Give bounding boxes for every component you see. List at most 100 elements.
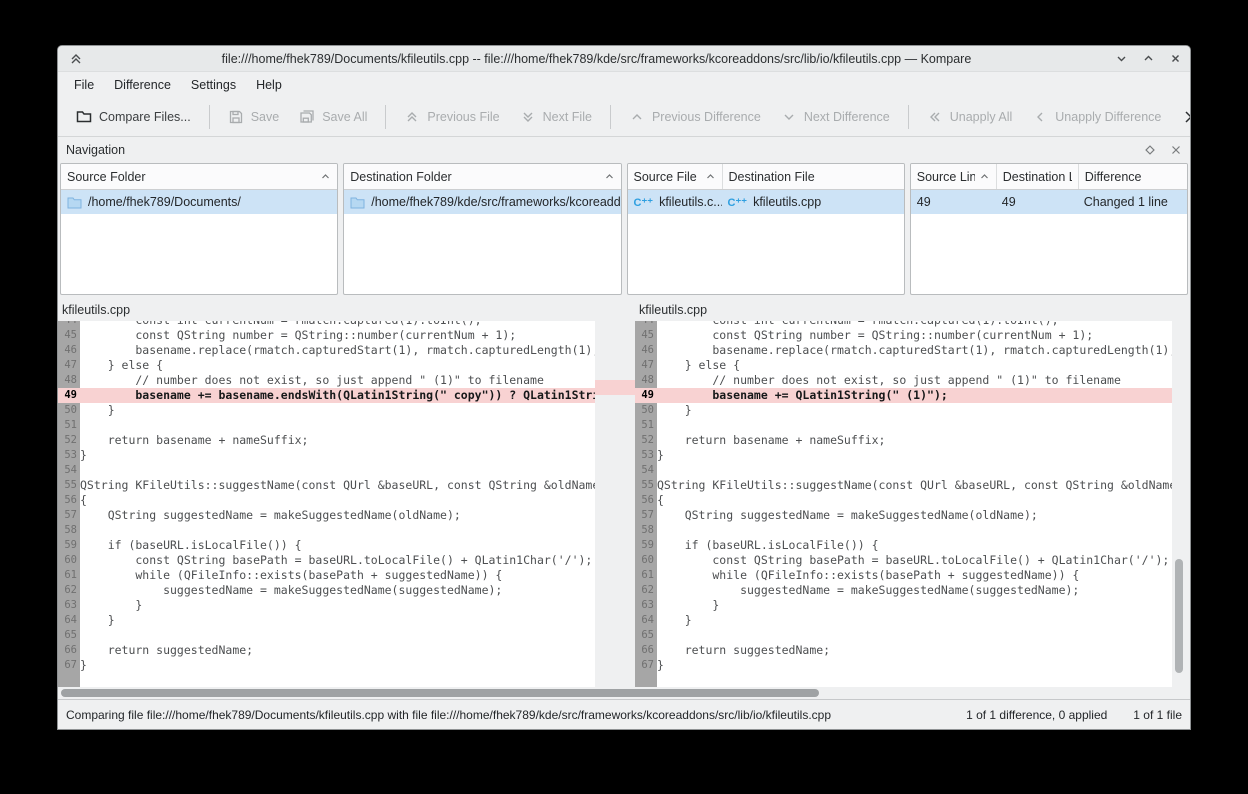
code-text: const QString number = QString::number(c…	[657, 328, 1172, 343]
code-line: 52 return basename + nameSuffix;	[58, 433, 595, 448]
code-line: 56 {	[58, 493, 595, 508]
destination-folder-row[interactable]: /home/fhek789/kde/src/frameworks/kcoread…	[344, 190, 620, 214]
line-number: 59	[635, 538, 657, 553]
destination-folder-header[interactable]: Destination Folder	[344, 164, 620, 189]
source-file-header[interactable]: Source File	[628, 164, 722, 189]
line-number: 63	[635, 598, 657, 613]
line-number: 54	[58, 463, 80, 478]
code-text: }	[657, 448, 1172, 463]
vertical-scrollbar-thumb[interactable]	[1175, 559, 1183, 673]
line-number: 67	[58, 658, 80, 673]
files-row[interactable]: C⁺⁺ kfileutils.c... C⁺⁺ kfileutils.cpp	[628, 190, 904, 214]
code-text: }	[80, 448, 595, 463]
code-line: 44 const int currentNum = rmatch.capture…	[635, 321, 1172, 328]
code-text	[657, 418, 1172, 433]
previous-difference-button[interactable]: Previous Difference	[621, 103, 769, 131]
next-file-button[interactable]: Next File	[512, 103, 600, 131]
code-line: 59 if (baseURL.isLocalFile()) {	[635, 538, 1172, 553]
code-line: 54	[635, 463, 1172, 478]
code-text: const int currentNum = rmatch.captured(1…	[80, 321, 595, 328]
menu-help[interactable]: Help	[246, 74, 292, 96]
code-line: 52 return basename + nameSuffix;	[635, 433, 1172, 448]
line-number: 58	[635, 523, 657, 538]
source-folder-list: Source Folder /home/fhek789/Documents/	[60, 163, 338, 295]
save-all-button[interactable]: Save All	[291, 103, 375, 131]
save-button[interactable]: Save	[220, 103, 288, 131]
code-line: 45 const QString number = QString::numbe…	[58, 328, 595, 343]
previous-file-button[interactable]: Previous File	[396, 103, 507, 131]
code-text: }	[657, 598, 1172, 613]
code-line: 64 }	[58, 613, 595, 628]
line-number: 59	[58, 538, 80, 553]
destination-pane: kfileutils.cpp 44 const int currentNum =…	[635, 299, 1172, 687]
menubar: File Difference Settings Help	[58, 72, 1190, 98]
source-line-header[interactable]: Source Line	[911, 164, 996, 189]
line-number: 51	[635, 418, 657, 433]
code-text: const QString basePath = baseURL.toLocal…	[80, 553, 595, 568]
difference-header[interactable]: Difference	[1078, 164, 1187, 189]
destination-code-view[interactable]: 44 const int currentNum = rmatch.capture…	[635, 321, 1172, 687]
code-line: 61 while (QFileInfo::exists(basePath + s…	[635, 568, 1172, 583]
close-dock-icon[interactable]	[1170, 144, 1182, 156]
line-number: 57	[635, 508, 657, 523]
toolbar-overflow-button[interactable]	[1177, 104, 1191, 130]
maximize-icon[interactable]	[1142, 52, 1155, 65]
unapply-all-button[interactable]: Unapply All	[919, 103, 1021, 131]
sort-ascending-icon	[705, 171, 716, 182]
files-list: Source File Destination File C⁺⁺ kfileut…	[627, 163, 905, 295]
code-text	[657, 463, 1172, 478]
code-line: 48 // number does not exist, so just app…	[635, 373, 1172, 388]
float-dock-icon[interactable]	[1144, 144, 1156, 156]
line-number: 46	[635, 343, 657, 358]
source-folder-row[interactable]: /home/fhek789/Documents/	[61, 190, 337, 214]
vertical-scrollbar[interactable]	[1172, 299, 1190, 687]
line-number: 66	[58, 643, 80, 658]
source-folder-header[interactable]: Source Folder	[61, 164, 337, 189]
status-comparing-text: Comparing file file:///home/fhek789/Docu…	[66, 708, 942, 722]
close-icon[interactable]	[1169, 52, 1182, 65]
status-differences-text: 1 of 1 difference, 0 applied	[966, 708, 1107, 722]
code-line: 61 while (QFileInfo::exists(basePath + s…	[58, 568, 595, 583]
code-line: 50 }	[58, 403, 595, 418]
titlebar[interactable]: file:///home/fhek789/Documents/kfileutil…	[58, 46, 1190, 72]
diff-connector	[595, 380, 635, 395]
menu-difference[interactable]: Difference	[104, 74, 181, 96]
code-line: 64 }	[635, 613, 1172, 628]
toolbar-separator	[610, 105, 611, 129]
code-text: QString KFileUtils::suggestName(const QU…	[80, 478, 595, 493]
horizontal-scrollbar-thumb[interactable]	[61, 689, 819, 697]
line-number: 65	[635, 628, 657, 643]
keep-above-icon[interactable]	[66, 52, 86, 66]
source-pane: kfileutils.cpp 44 const int currentNum =…	[58, 299, 595, 687]
code-line: 57 QString suggestedName = makeSuggested…	[635, 508, 1172, 523]
line-number: 62	[58, 583, 80, 598]
next-difference-button[interactable]: Next Difference	[773, 103, 898, 131]
differences-list: Source Line Destination Line Difference …	[910, 163, 1188, 295]
code-text: while (QFileInfo::exists(basePath + sugg…	[657, 568, 1172, 583]
horizontal-scrollbar[interactable]	[58, 687, 1190, 699]
code-text: return basename + nameSuffix;	[657, 433, 1172, 448]
line-number: 60	[635, 553, 657, 568]
unapply-difference-button[interactable]: Unapply Difference	[1024, 103, 1169, 131]
source-code-view[interactable]: 44 const int currentNum = rmatch.capture…	[58, 321, 595, 687]
source-pane-title: kfileutils.cpp	[58, 299, 595, 321]
code-text	[80, 418, 595, 433]
line-number: 48	[58, 373, 80, 388]
line-number: 55	[635, 478, 657, 493]
minimize-icon[interactable]	[1115, 52, 1128, 65]
code-line: 49 basename += QLatin1String(" (1)");	[635, 388, 1172, 403]
menu-file[interactable]: File	[64, 74, 104, 96]
chevron-left-icon	[1032, 109, 1048, 125]
line-number: 63	[58, 598, 80, 613]
window-title: file:///home/fhek789/Documents/kfileutil…	[86, 52, 1107, 66]
cpp-file-icon: C⁺⁺	[634, 196, 654, 209]
code-text: QString suggestedName = makeSuggestedNam…	[657, 508, 1172, 523]
destination-line-header[interactable]: Destination Line	[996, 164, 1078, 189]
destination-file-header[interactable]: Destination File	[722, 164, 904, 189]
code-text: {	[80, 493, 595, 508]
code-line: 67 }	[58, 658, 595, 673]
compare-files-button[interactable]: Compare Files...	[68, 103, 199, 131]
difference-row[interactable]: 49 49 Changed 1 line	[911, 190, 1187, 214]
sort-ascending-icon	[979, 171, 990, 182]
menu-settings[interactable]: Settings	[181, 74, 246, 96]
